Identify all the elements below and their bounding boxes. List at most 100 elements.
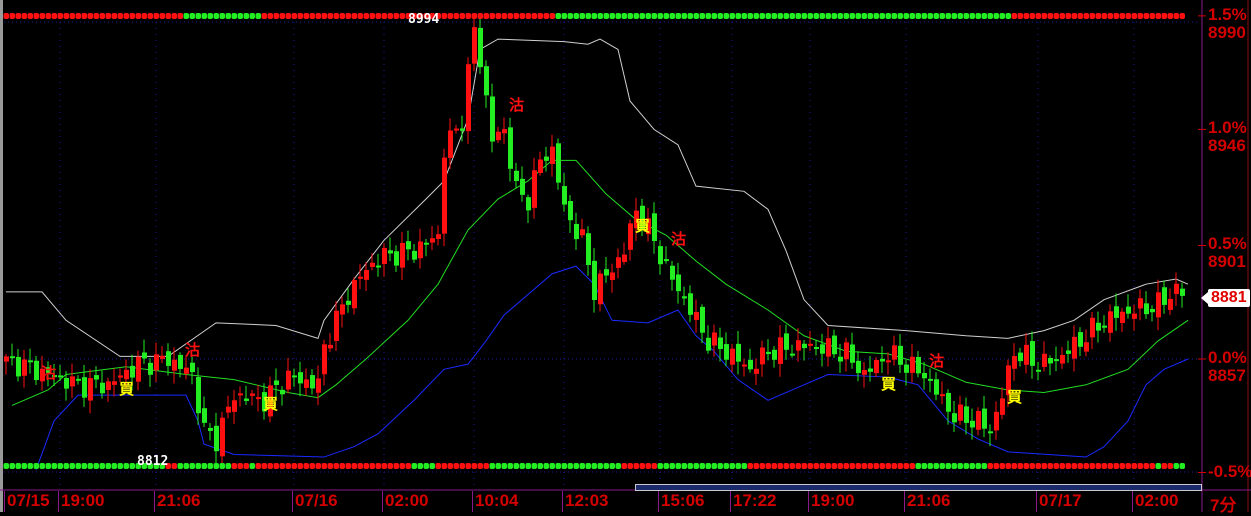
bottom-signal-strip-dot [723, 463, 729, 469]
buy-signal-marker: 買 [635, 218, 651, 236]
top-signal-strip-dot [465, 13, 471, 19]
candle-body [1078, 332, 1083, 347]
top-signal-strip-dot [387, 13, 393, 19]
price-label: 8901 [1208, 252, 1246, 272]
top-signal-strip-dot [471, 13, 477, 19]
candle-body [340, 304, 345, 315]
top-signal-strip-dot [825, 13, 831, 19]
top-signal-strip-dot [783, 13, 789, 19]
candle-body [148, 362, 153, 375]
bottom-signal-strip-dot [819, 463, 825, 469]
top-signal-strip-dot [21, 13, 27, 19]
bottom-signal-strip-dot [873, 463, 879, 469]
candle-body [94, 375, 99, 380]
bottom-signal-strip-dot [27, 463, 33, 469]
bottom-signal-strip-dot [897, 463, 903, 469]
candle-body [1084, 342, 1089, 352]
candle-body [670, 265, 675, 280]
bottom-signal-strip-dot [939, 463, 945, 469]
bottom-signal-strip-dot [1101, 463, 1107, 469]
bottom-signal-strip-dot [471, 463, 477, 469]
candle-body [412, 250, 417, 260]
top-signal-strip-dot [873, 13, 879, 19]
candle-body [754, 368, 759, 374]
bottom-signal-strip-dot [309, 463, 315, 469]
bottom-signal-strip-dot [957, 463, 963, 469]
candle-body [298, 372, 303, 384]
candle-body [448, 130, 453, 158]
top-signal-strip-dot [1107, 13, 1113, 19]
top-signal-strip-dot [687, 13, 693, 19]
candle-body [1150, 308, 1155, 313]
top-signal-strip-dot [903, 13, 909, 19]
candle-body [790, 353, 795, 356]
top-signal-strip-dot [381, 13, 387, 19]
candle-body [556, 143, 561, 183]
top-signal-strip-dot [177, 13, 183, 19]
candle-body [1042, 353, 1047, 367]
high-price-label: 8994 [408, 12, 440, 27]
bottom-signal-strip-dot [543, 463, 549, 469]
top-signal-strip-dot [897, 13, 903, 19]
candle-body [1000, 398, 1005, 415]
time-tick-label: 21:06 [154, 491, 200, 512]
bottom-signal-strip-dot [111, 463, 117, 469]
bottom-signal-strip-dot [423, 463, 429, 469]
bottom-signal-strip-dot [861, 463, 867, 469]
top-signal-strip-dot [549, 13, 555, 19]
bottom-signal-strip-dot [273, 463, 279, 469]
top-signal-strip-dot [765, 13, 771, 19]
candle-body [1132, 313, 1137, 319]
candle-body [760, 347, 765, 365]
top-signal-strip-dot [81, 13, 87, 19]
top-signal-strip-dot [603, 13, 609, 19]
top-signal-strip-dot [207, 13, 213, 19]
bottom-signal-strip-dot [105, 463, 111, 469]
grid [4, 21, 1200, 488]
candle-body [382, 247, 387, 265]
time-tick-label: 19:00 [58, 491, 104, 512]
candle-body [172, 359, 177, 371]
top-signal-strip-dot [999, 13, 1005, 19]
top-signal-strip-dot [885, 13, 891, 19]
top-signal-strip-dot [939, 13, 945, 19]
top-signal-strip-dot [1149, 13, 1155, 19]
bottom-signal-strip-dot [933, 463, 939, 469]
top-signal-strip-dot [117, 13, 123, 19]
bottom-signal-strip-dot [117, 463, 123, 469]
candle-body [946, 392, 951, 412]
period-label[interactable]: 7分 [1210, 491, 1236, 516]
candle-body [580, 229, 585, 236]
bottom-signal-strip-dot [555, 463, 561, 469]
candle-body [76, 378, 81, 381]
candlestick-chart[interactable] [0, 0, 1251, 512]
bottom-signal-strip-dot [717, 463, 723, 469]
top-signal-strip-dot [963, 13, 969, 19]
candle-body [256, 397, 261, 400]
time-tick-label: 21:06 [904, 491, 950, 512]
bottom-signal-strip-dot [987, 463, 993, 469]
bottom-signal-strip-dot [291, 463, 297, 469]
chart-scrollbar[interactable] [635, 484, 1202, 491]
bottom-signal-strip-dot [519, 463, 525, 469]
candle-body [1138, 298, 1143, 309]
top-signal-strip-dot [315, 13, 321, 19]
bottom-signal-strip-dot [891, 463, 897, 469]
candle-body [208, 427, 213, 431]
bottom-signal-strip-dot [345, 463, 351, 469]
low-price-label: 8812 [137, 454, 169, 469]
top-signal-strip-dot [1029, 13, 1035, 19]
bottom-signal-strip-dot [531, 463, 537, 469]
top-signal-strip-dot [555, 13, 561, 19]
top-signal-strip-dot [585, 13, 591, 19]
candle-body [898, 345, 903, 365]
top-signal-strip-dot [699, 13, 705, 19]
percent-label: 1.0% [1208, 118, 1247, 138]
sell-signal-marker: 沽 [185, 342, 201, 360]
bottom-signal-strip-dot [1065, 463, 1071, 469]
candle-body [436, 234, 441, 239]
bottom-signal-strip-dot [1011, 463, 1017, 469]
candle-body [250, 393, 255, 396]
top-signal-strip-dot [123, 13, 129, 19]
bottom-signal-strip-dot [75, 463, 81, 469]
